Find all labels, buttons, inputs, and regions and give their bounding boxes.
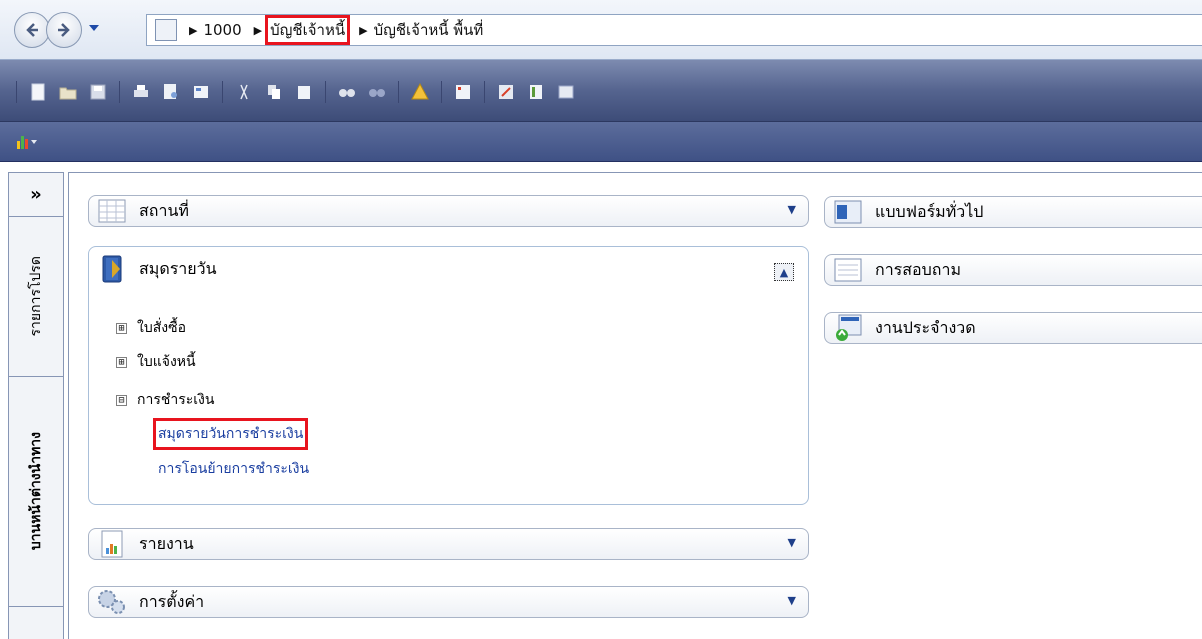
secondary-toolbar (0, 122, 1202, 162)
collapse-icon[interactable]: ⊟ (116, 394, 127, 406)
link-payment-transfer[interactable]: การโอนย้ายการชำระเงิน (158, 458, 309, 480)
properties-icon[interactable] (192, 83, 210, 101)
copy-icon[interactable] (265, 83, 283, 101)
tree-node-label: ใบแจ้งหนี้ (137, 354, 196, 370)
tree-node-invoices[interactable]: ⊞ ใบแจ้งหนี้ (116, 351, 196, 373)
table-icon (97, 198, 127, 224)
toolbar-separator (325, 81, 326, 103)
breadcrumb-separator-icon[interactable]: ▶ (359, 24, 367, 37)
arrow-right-icon (58, 23, 70, 37)
company-table-icon[interactable] (155, 19, 177, 41)
back-button[interactable] (14, 12, 50, 48)
forward-button[interactable] (46, 12, 82, 48)
history-dropdown[interactable] (86, 16, 102, 40)
toolbar-separator (16, 81, 17, 103)
group-reports[interactable]: รายงาน ▼ (88, 528, 809, 560)
journal-book-icon (97, 255, 127, 283)
address-bar: ▶ 1000 ▶ บัญชีเจ้าหนี้ ▶ บัญชีเจ้าหนี้ พ… (0, 0, 1202, 60)
list-icon[interactable] (454, 83, 472, 101)
tab-navigation-pane-label: บานหน้าต่างนำทาง (28, 432, 44, 551)
toolbar-separator (484, 81, 485, 103)
chevron-up-icon: ▲ (779, 265, 789, 279)
chevron-down-icon: ▼ (787, 594, 796, 607)
expand-pane-button[interactable]: » (9, 173, 63, 217)
group-places[interactable]: สถานที่ ▼ (88, 195, 809, 227)
group-common-forms-label: แบบฟอร์มทั่วไป (875, 201, 984, 221)
group-reports-label: รายงาน (139, 533, 194, 553)
settings-gears-icon (97, 589, 127, 615)
tree-node-purchase-orders[interactable]: ⊞ ใบสั่งซื้อ (116, 317, 186, 339)
group-places-label: สถานที่ (139, 200, 189, 220)
group-periodic[interactable]: งานประจำงวด (824, 312, 1202, 344)
breadcrumb-separator-icon[interactable]: ▶ (254, 24, 262, 37)
chevron-down-icon (89, 25, 99, 31)
calculator-icon[interactable] (557, 83, 575, 101)
breadcrumb-item-area-page[interactable]: บัญชีเจ้าหนี้ พื้นที่ (374, 18, 484, 42)
tab-favorites[interactable]: รายการโปรด (9, 217, 63, 377)
new-icon[interactable] (29, 83, 47, 101)
layout-icon[interactable] (527, 83, 545, 101)
periodic-calendar-icon (833, 314, 863, 341)
expand-icon[interactable]: ⊞ (116, 356, 127, 368)
group-inquiries[interactable]: การสอบถาม (824, 254, 1202, 286)
group-inquiries-label: การสอบถาม (875, 259, 962, 279)
group-common-forms[interactable]: แบบฟอร์มทั่วไป (824, 196, 1202, 228)
breadcrumb-separator-icon[interactable]: ▶ (189, 24, 197, 37)
tree-node-label: ใบสั่งซื้อ (137, 320, 187, 336)
group-journals[interactable]: สมุดรายวัน ▲ (88, 253, 809, 285)
breadcrumb-item-module[interactable]: บัญชีเจ้าหนี้ (265, 15, 351, 45)
tree-node-label: การชำระเงิน (137, 392, 215, 408)
toolbar-separator (441, 81, 442, 103)
breadcrumb-item-company[interactable]: 1000 (203, 21, 241, 39)
link-payment-journal[interactable]: สมุดรายวันการชำระเงิน (152, 418, 309, 450)
toolbar-separator (398, 81, 399, 103)
cut-icon[interactable] (235, 83, 253, 101)
toolbar-separator (119, 81, 120, 103)
paste-icon[interactable] (295, 83, 313, 101)
tree-node-payments[interactable]: ⊟ การชำระเงิน (116, 389, 214, 411)
tab-navigation-pane[interactable]: บานหน้าต่างนำทาง (9, 377, 63, 607)
main-toolbar (0, 60, 1202, 122)
report-icon (97, 530, 127, 558)
export-icon[interactable] (497, 83, 515, 101)
group-periodic-label: งานประจำงวด (875, 317, 976, 337)
form-icon (833, 199, 863, 225)
group-settings[interactable]: การตั้งค่า ▼ (88, 586, 809, 618)
tab-favorites-label: รายการโปรด (28, 256, 44, 337)
arrow-left-icon (26, 23, 38, 37)
open-icon[interactable] (59, 83, 77, 101)
breadcrumb: ▶ 1000 ▶ บัญชีเจ้าหนี้ ▶ บัญชีเจ้าหนี้ พ… (146, 14, 1202, 46)
expand-icon[interactable]: ⊞ (116, 322, 127, 334)
collapse-button[interactable]: ▲ (774, 263, 794, 281)
side-pane: » รายการโปรด บานหน้าต่างนำทาง (8, 172, 64, 639)
chevron-down-icon: ▼ (787, 203, 796, 216)
chevron-down-icon: ▼ (787, 536, 796, 549)
print-icon[interactable] (132, 83, 150, 101)
chart-dropdown-icon[interactable] (16, 132, 38, 152)
find-next-icon[interactable] (368, 83, 386, 101)
group-journals-label: สมุดรายวัน (139, 258, 217, 278)
alert-icon[interactable] (411, 83, 429, 101)
group-settings-label: การตั้งค่า (139, 591, 205, 611)
save-icon[interactable] (89, 83, 107, 101)
find-icon[interactable] (338, 83, 356, 101)
inquiry-icon (833, 257, 863, 283)
toolbar-separator (222, 81, 223, 103)
print-preview-icon[interactable] (162, 83, 180, 101)
